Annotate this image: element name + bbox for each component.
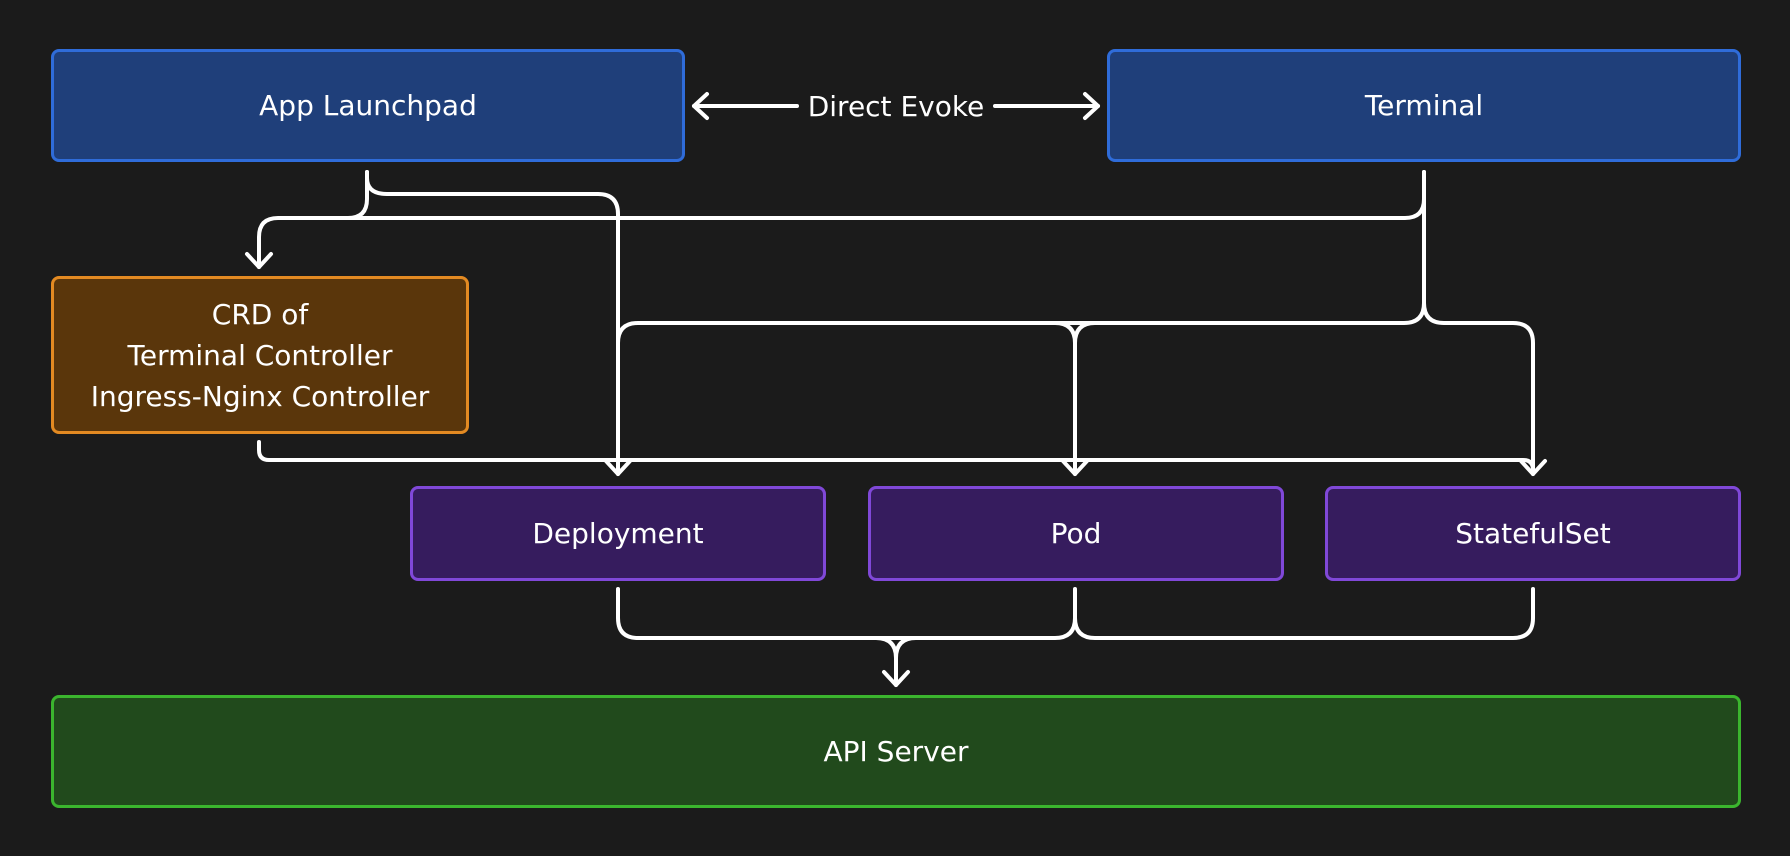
app-launchpad-node: App Launchpad xyxy=(51,49,685,162)
terminal-label: Terminal xyxy=(1364,89,1484,122)
api-server-label: API Server xyxy=(823,735,969,768)
crd-to-workloads-line xyxy=(257,440,1535,472)
crd-label-line-1: CRD of xyxy=(211,297,309,331)
statefulset-node: StatefulSet xyxy=(1325,486,1741,581)
app-launchpad-label: App Launchpad xyxy=(259,89,477,122)
api-server-node: API Server xyxy=(51,695,1741,808)
pod-label: Pod xyxy=(1050,517,1102,550)
deployment-label: Deployment xyxy=(532,517,704,550)
pod-node: Pod xyxy=(868,486,1284,581)
workloads-to-api-server-line xyxy=(616,587,1535,687)
deployment-node: Deployment xyxy=(410,486,826,581)
direct-evoke-label: Direct Evoke xyxy=(807,90,985,123)
terminal-node: Terminal xyxy=(1107,49,1741,162)
crd-label-line-2: Terminal Controller xyxy=(127,338,393,372)
architecture-diagram: App Launchpad Direct Evoke Terminal CRD … xyxy=(0,0,1790,856)
statefulset-label: StatefulSet xyxy=(1455,517,1611,550)
crd-controllers-node: CRD of Terminal Controller Ingress-Nginx… xyxy=(51,276,469,434)
crd-label-line-3: Ingress-Nginx Controller xyxy=(90,379,430,413)
